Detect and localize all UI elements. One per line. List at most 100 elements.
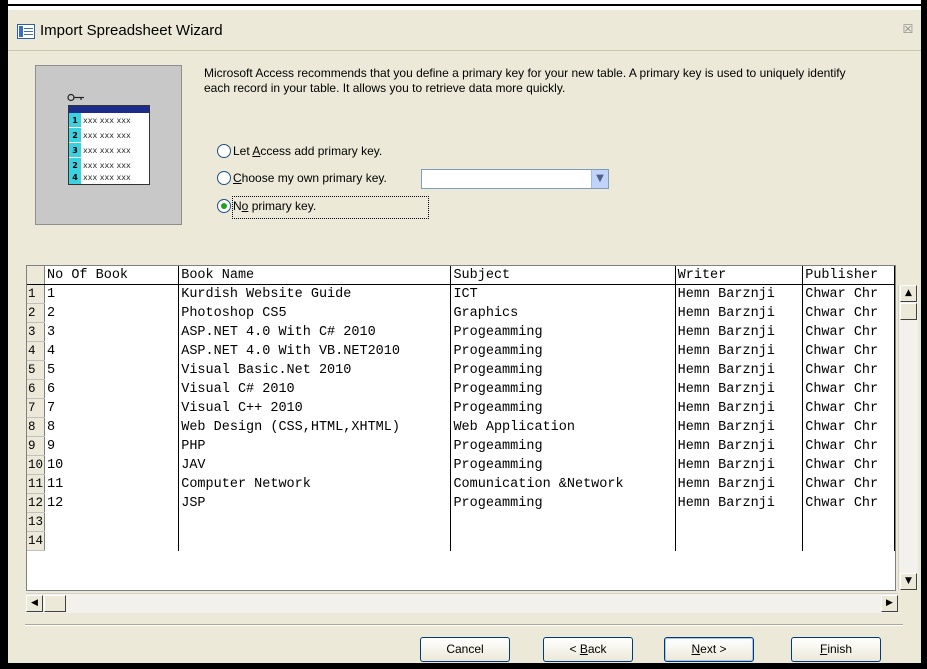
table-cell[interactable]: Hemn Barznji bbox=[675, 341, 804, 361]
table-cell[interactable]: Hemn Barznji bbox=[675, 493, 804, 513]
table-cell[interactable]: Hemn Barznji bbox=[675, 398, 804, 418]
radio-choose-own-key[interactable]: Choose my own primary key. bbox=[217, 169, 387, 187]
table-row[interactable]: 7 7 Visual C++ 2010 Progeamming Hemn Barznji… bbox=[27, 398, 895, 418]
row-number[interactable]: 6 bbox=[27, 379, 46, 399]
radio-let-access-add-key[interactable]: Let Access add primary key. bbox=[217, 142, 382, 160]
table-cell[interactable]: Chwar Chr bbox=[802, 322, 895, 342]
table-cell[interactable]: Progeamming bbox=[450, 379, 676, 399]
scroll-up-icon[interactable]: ▲ bbox=[900, 285, 917, 302]
row-number[interactable]: 3 bbox=[27, 322, 46, 342]
table-cell[interactable]: Kurdish Website Guide bbox=[178, 284, 452, 304]
row-number[interactable]: 11 bbox=[27, 474, 46, 494]
table-cell[interactable]: JSP bbox=[178, 493, 452, 513]
table-cell[interactable]: Chwar Chr bbox=[802, 303, 895, 323]
row-number[interactable]: 8 bbox=[27, 417, 46, 437]
primary-key-field-select[interactable]: ▼ bbox=[421, 169, 609, 189]
row-number[interactable]: 2 bbox=[27, 303, 46, 323]
chevron-down-icon[interactable]: ▼ bbox=[591, 170, 608, 188]
column-header[interactable]: No Of Book bbox=[44, 266, 180, 285]
table-cell[interactable] bbox=[44, 512, 180, 532]
table-cell[interactable]: Hemn Barznji bbox=[675, 360, 804, 380]
table-row[interactable]: 4 4 ASP.NET 4.0 With VB.NET2010 Progeamming… bbox=[27, 341, 895, 361]
row-number[interactable]: 9 bbox=[27, 436, 46, 456]
table-cell[interactable]: Progeamming bbox=[450, 493, 676, 513]
table-cell[interactable]: Hemn Barznji bbox=[675, 436, 804, 456]
table-cell[interactable]: Web Design (CSS,HTML,XHTML) bbox=[178, 417, 452, 437]
next-button[interactable]: Next > bbox=[664, 637, 754, 662]
table-row[interactable]: 5 5 Visual Basic.Net 2010 Progeamming Hemn B… bbox=[27, 360, 895, 380]
table-cell[interactable]: 5 bbox=[44, 360, 180, 380]
table-cell[interactable]: Hemn Barznji bbox=[675, 455, 804, 475]
row-number[interactable]: 5 bbox=[27, 360, 46, 380]
table-cell[interactable]: 3 bbox=[44, 322, 180, 342]
table-cell[interactable]: 10 bbox=[44, 455, 180, 475]
table-cell[interactable]: JAV bbox=[178, 455, 452, 475]
table-cell[interactable]: Chwar Chr bbox=[802, 493, 895, 513]
back-button[interactable]: < Back bbox=[543, 637, 633, 662]
vertical-scrollbar[interactable]: ▲ ▼ bbox=[898, 285, 918, 590]
table-cell[interactable]: 11 bbox=[44, 474, 180, 494]
row-number[interactable]: 10 bbox=[27, 455, 46, 475]
table-cell[interactable]: Photoshop CS5 bbox=[178, 303, 452, 323]
table-row[interactable]: 9 9 PHP Progeamming Hemn Barznji Chwar Chr bbox=[27, 436, 895, 456]
table-cell[interactable]: Progeamming bbox=[450, 398, 676, 418]
table-cell[interactable]: Progeamming bbox=[450, 322, 676, 342]
scroll-thumb[interactable] bbox=[44, 595, 66, 612]
table-cell[interactable]: Chwar Chr bbox=[802, 417, 895, 437]
table-cell[interactable]: Progeamming bbox=[450, 341, 676, 361]
table-cell[interactable]: Visual C# 2010 bbox=[178, 379, 452, 399]
table-cell[interactable]: Hemn Barznji bbox=[675, 417, 804, 437]
row-number[interactable]: 12 bbox=[27, 493, 46, 513]
table-cell[interactable]: Visual C++ 2010 bbox=[178, 398, 452, 418]
table-cell[interactable] bbox=[450, 512, 676, 532]
table-cell[interactable]: Graphics bbox=[450, 303, 676, 323]
table-cell[interactable] bbox=[450, 531, 676, 551]
table-cell[interactable]: Chwar Chr bbox=[802, 398, 895, 418]
row-number[interactable]: 13 bbox=[27, 512, 46, 532]
table-cell[interactable]: 2 bbox=[44, 303, 180, 323]
radio-button-selected-icon[interactable] bbox=[217, 198, 231, 213]
table-cell[interactable]: Chwar Chr bbox=[802, 341, 895, 361]
radio-button-icon[interactable] bbox=[217, 143, 231, 158]
row-number[interactable]: 4 bbox=[27, 341, 46, 361]
table-cell[interactable]: 12 bbox=[44, 493, 180, 513]
table-row[interactable]: 12 12 JSP Progeamming Hemn Barznji Chwar Chr bbox=[27, 493, 895, 513]
table-cell[interactable]: Hemn Barznji bbox=[675, 303, 804, 323]
table-row[interactable]: 6 6 Visual C# 2010 Progeamming Hemn Barznji C… bbox=[27, 379, 895, 399]
table-cell[interactable]: Progeamming bbox=[450, 436, 676, 456]
table-cell[interactable]: 8 bbox=[44, 417, 180, 437]
table-cell[interactable]: Hemn Barznji bbox=[675, 284, 804, 304]
table-cell[interactable]: ASP.NET 4.0 With C# 2010 bbox=[178, 322, 452, 342]
table-cell[interactable]: Chwar Chr bbox=[802, 436, 895, 456]
table-cell[interactable] bbox=[802, 531, 895, 551]
column-header[interactable]: Subject bbox=[450, 266, 676, 285]
table-cell[interactable] bbox=[675, 512, 804, 532]
table-cell[interactable] bbox=[675, 531, 804, 551]
column-header[interactable]: Book Name bbox=[178, 266, 452, 285]
table-cell[interactable]: 4 bbox=[44, 341, 180, 361]
table-row[interactable]: 11 11 Computer Network Comunication &Networ… bbox=[27, 474, 895, 494]
table-cell[interactable]: Chwar Chr bbox=[802, 284, 895, 304]
table-cell[interactable]: Comunication &Network bbox=[450, 474, 676, 494]
table-cell[interactable]: Chwar Chr bbox=[802, 455, 895, 475]
table-cell[interactable]: 9 bbox=[44, 436, 180, 456]
table-cell[interactable] bbox=[802, 512, 895, 532]
row-number[interactable]: 14 bbox=[27, 531, 46, 551]
horizontal-scrollbar[interactable]: ◀ ▶ bbox=[26, 593, 898, 613]
table-cell[interactable]: ASP.NET 4.0 With VB.NET2010 bbox=[178, 341, 452, 361]
table-cell[interactable]: PHP bbox=[178, 436, 452, 456]
table-cell[interactable]: 6 bbox=[44, 379, 180, 399]
table-row[interactable]: 2 2 Photoshop CS5 Graphics Hemn Barznji Chwar… bbox=[27, 303, 895, 323]
column-header[interactable]: Writer bbox=[675, 266, 804, 285]
table-row[interactable]: 13 bbox=[27, 512, 895, 532]
row-number[interactable]: 7 bbox=[27, 398, 46, 418]
table-row[interactable]: 3 3 ASP.NET 4.0 With C# 2010 Progeamming Hem… bbox=[27, 322, 895, 342]
table-row[interactable]: 14 bbox=[27, 531, 895, 551]
scroll-down-icon[interactable]: ▼ bbox=[900, 573, 917, 590]
table-cell[interactable]: Hemn Barznji bbox=[675, 379, 804, 399]
table-row[interactable]: 1 1 Kurdish Website Guide ICT Hemn Barznji Ch… bbox=[27, 284, 895, 304]
table-cell[interactable]: Chwar Chr bbox=[802, 379, 895, 399]
table-cell[interactable]: 7 bbox=[44, 398, 180, 418]
column-header[interactable]: Publisher bbox=[802, 266, 895, 285]
scroll-left-icon[interactable]: ◀ bbox=[26, 595, 43, 612]
